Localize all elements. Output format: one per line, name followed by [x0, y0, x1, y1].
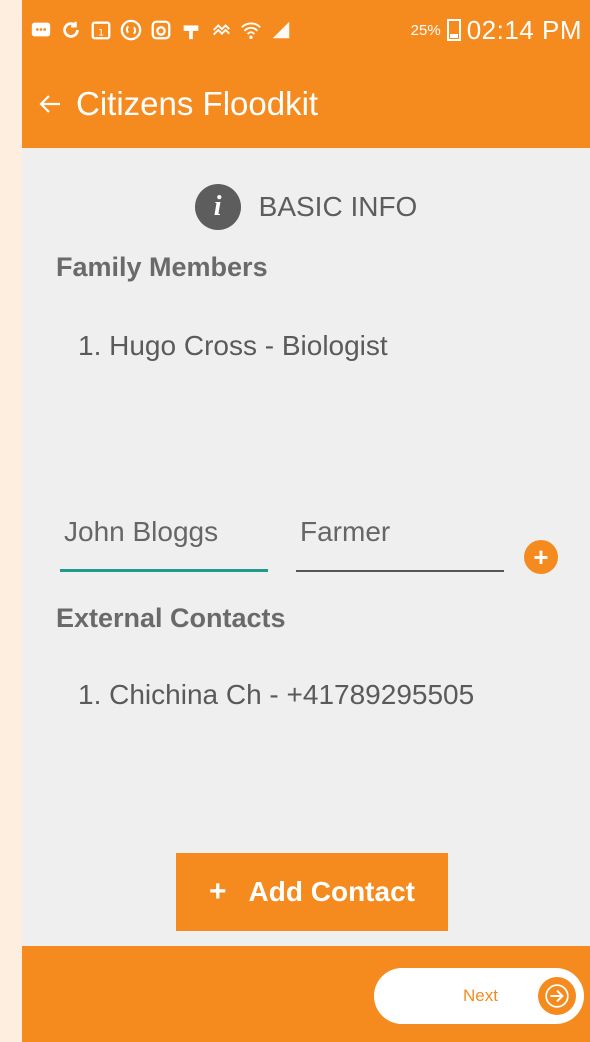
sync-icon: [60, 19, 82, 41]
member-name-value: John Bloggs: [64, 516, 219, 547]
external-contact-item: 1. Chichina Ch - +41789295505: [78, 679, 475, 710]
family-members-label: Family Members: [56, 252, 268, 282]
add-contact-label: Add Contact: [248, 876, 415, 907]
app-title: Citizens Floodkit: [76, 85, 319, 122]
shazam-icon: [120, 19, 142, 41]
nfc-icon: [210, 19, 232, 41]
info-icon: i: [194, 184, 241, 230]
member-role-input[interactable]: Farmer: [296, 516, 504, 572]
bottom-bar: Next: [22, 946, 590, 1042]
svg-text:1: 1: [98, 28, 104, 39]
back-arrow-icon[interactable]: [36, 90, 64, 118]
battery-percent: 25%: [410, 21, 441, 39]
app-bar: Citizens Floodkit: [22, 60, 590, 148]
section-title: BASIC INFO: [258, 191, 418, 222]
family-member-item: 1. Hugo Cross - Biologist: [78, 330, 388, 361]
add-contact-button[interactable]: + Add Contact: [176, 853, 448, 931]
clock: 02:14 PM: [466, 14, 582, 45]
wifi-icon: [240, 19, 262, 41]
usb-icon: [180, 19, 202, 41]
member-name-input[interactable]: John Bloggs: [60, 516, 268, 572]
battery-icon: [446, 19, 461, 41]
next-button[interactable]: Next: [374, 968, 584, 1024]
next-label: Next: [463, 986, 498, 1005]
section-header: i BASIC INFO: [22, 184, 590, 230]
member-role-value: Farmer: [300, 516, 391, 547]
arrow-right-icon: [538, 977, 576, 1015]
signal-icon: [270, 19, 292, 41]
message-icon: [30, 19, 52, 41]
app-screen: 1 25% 02:14 PM Citizens Floodkit i BASIC…: [22, 0, 590, 1042]
external-contacts-label: External Contacts: [56, 603, 286, 633]
status-icons: 1: [30, 19, 411, 41]
calendar-icon: 1: [90, 19, 112, 41]
plus-icon: +: [209, 875, 227, 908]
add-member-button[interactable]: +: [524, 540, 558, 574]
status-bar: 1 25% 02:14 PM: [22, 0, 590, 60]
status-right: 25% 02:14 PM: [411, 15, 582, 46]
instagram-icon: [150, 19, 172, 41]
